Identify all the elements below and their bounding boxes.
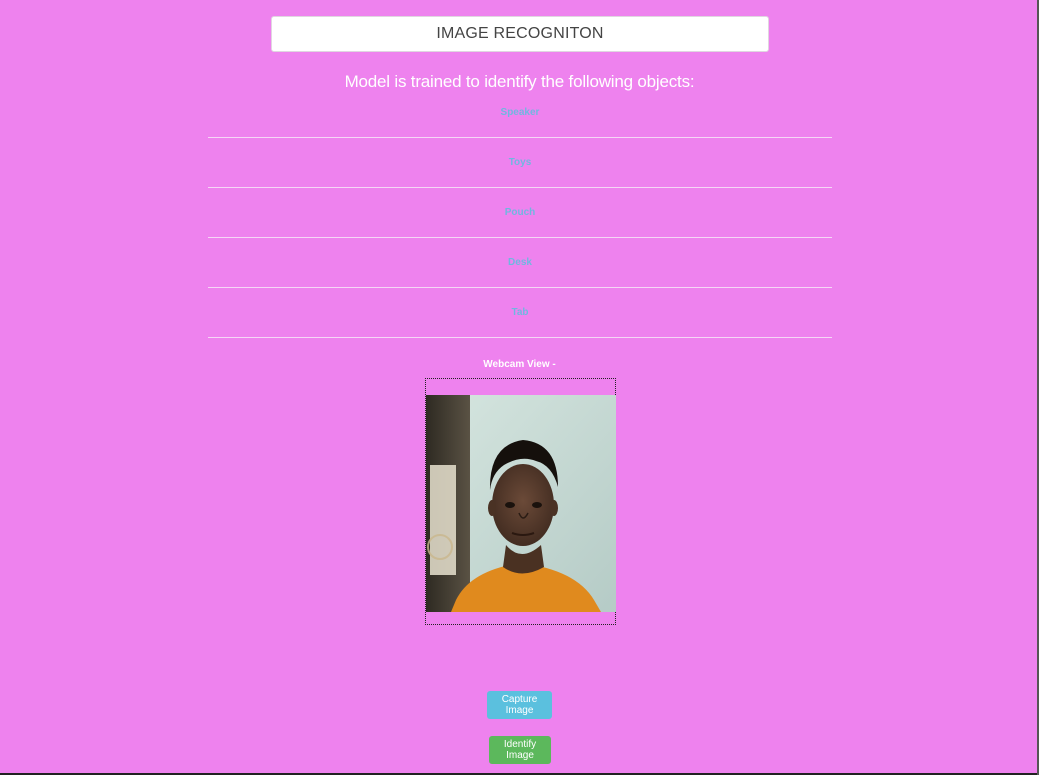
webcam-video bbox=[426, 395, 616, 612]
webcam-feed-image bbox=[426, 395, 616, 612]
list-item: Speaker bbox=[208, 87, 832, 138]
identify-image-button[interactable]: Identify Image bbox=[489, 736, 551, 764]
list-item: Tab bbox=[208, 288, 832, 338]
webcam-label: Webcam View - bbox=[483, 359, 556, 370]
objects-list: Speaker Toys Pouch Desk Tab bbox=[208, 87, 832, 338]
capture-image-button[interactable]: Capture Image bbox=[487, 691, 552, 719]
list-item: Desk bbox=[208, 238, 832, 288]
list-item: Toys bbox=[208, 138, 832, 188]
page-title: IMAGE RECOGNITON bbox=[271, 16, 769, 52]
list-item: Pouch bbox=[208, 188, 832, 238]
